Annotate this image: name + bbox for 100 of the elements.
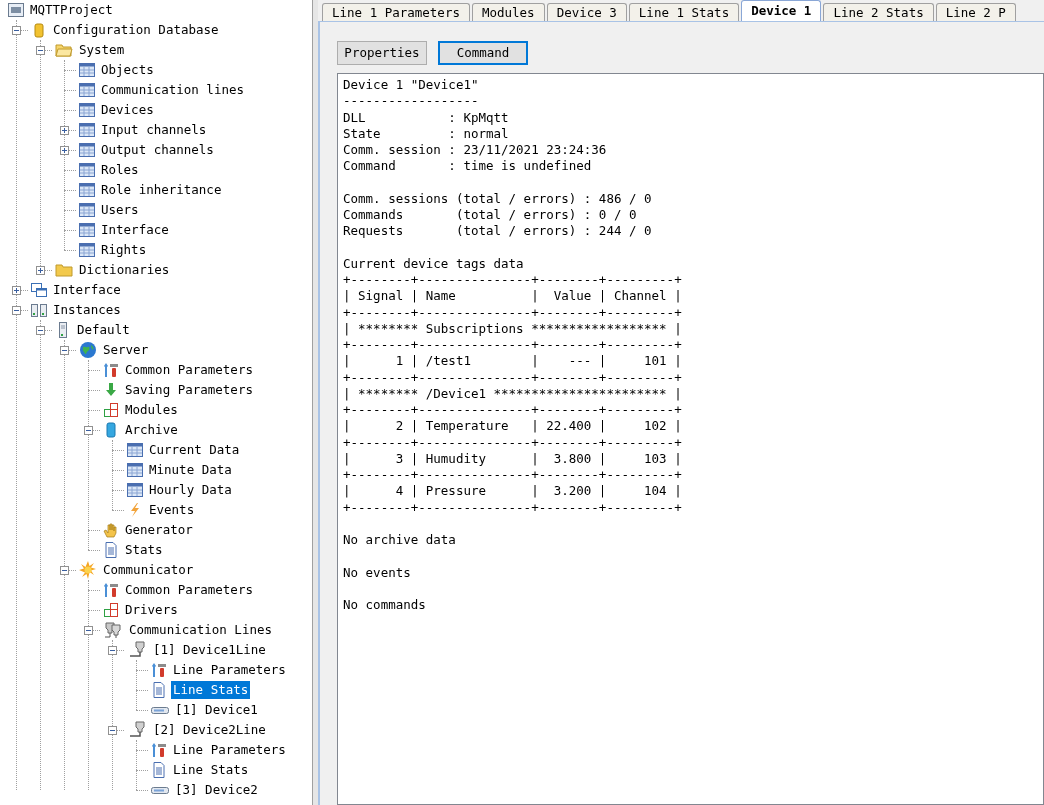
output-line: Commands (total / errors) : 0 / 0 xyxy=(343,207,637,224)
expand-icon[interactable] xyxy=(59,125,69,135)
document-icon xyxy=(151,762,167,778)
tab[interactable]: Line 2 P xyxy=(935,3,1016,21)
tree-item[interactable]: Stats xyxy=(123,541,165,559)
expand-icon[interactable] xyxy=(59,145,69,155)
folder-icon xyxy=(55,262,73,278)
table-icon xyxy=(79,162,95,178)
tree-item[interactable]: Modules xyxy=(123,401,180,419)
tree-item[interactable]: Events xyxy=(147,501,197,519)
tree-item[interactable]: Server xyxy=(101,341,151,359)
view-button[interactable]: Properties xyxy=(337,41,427,65)
output-line: +--------+---------------+--------+---------+ xyxy=(343,369,682,386)
tree-item[interactable]: Communicator xyxy=(101,561,196,579)
collapse-icon[interactable] xyxy=(35,45,45,55)
tree-item[interactable]: [3] Device2 xyxy=(173,781,260,799)
tree-item[interactable]: Line Stats xyxy=(171,761,251,779)
tree-item[interactable]: Output channels xyxy=(99,141,216,159)
table-icon xyxy=(79,82,95,98)
collapse-icon[interactable] xyxy=(59,345,69,355)
tree-item[interactable]: Line Parameters xyxy=(171,661,288,679)
output-line: | 4 | Pressure | 3.200 | 104 | xyxy=(343,483,682,500)
tree-item[interactable]: Objects xyxy=(99,61,156,79)
output-line: No events xyxy=(343,564,411,581)
cylinder-icon xyxy=(103,422,119,438)
tree-item[interactable]: Line Stats xyxy=(171,681,251,699)
collapse-icon[interactable] xyxy=(83,425,93,435)
tree-item[interactable]: Users xyxy=(99,201,141,219)
tree-item[interactable]: Roles xyxy=(99,161,141,179)
windows-icon xyxy=(31,282,47,298)
tab[interactable]: Modules xyxy=(471,3,545,21)
collapse-icon[interactable] xyxy=(107,725,117,735)
tree-item[interactable]: Minute Data xyxy=(147,461,234,479)
collapse-icon[interactable] xyxy=(11,25,21,35)
tree-item[interactable]: Rights xyxy=(99,241,149,259)
output-line: | 2 | Temperature | 22.400 | 102 | xyxy=(343,418,682,435)
tree-item[interactable]: Hourly Data xyxy=(147,481,234,499)
modules-icon xyxy=(103,402,119,418)
tree-item[interactable]: Interface xyxy=(51,281,123,299)
tree-item[interactable]: Instances xyxy=(51,301,123,319)
tab[interactable]: Line 2 Stats xyxy=(823,3,934,21)
tree-item[interactable]: [1] Device1Line xyxy=(151,641,268,659)
tree-item[interactable]: Generator xyxy=(123,521,195,539)
output-line: No archive data xyxy=(343,532,456,549)
output-line: | ******** Subscriptions ****************** | xyxy=(343,320,682,337)
tree-item[interactable]: Drivers xyxy=(123,601,180,619)
tree-item[interactable]: Configuration Database xyxy=(51,21,221,39)
document-icon xyxy=(103,542,119,558)
tree-item[interactable]: Common Parameters xyxy=(123,361,255,379)
collapse-icon[interactable] xyxy=(107,645,117,655)
tree-item[interactable]: Input channels xyxy=(99,121,209,139)
collapse-icon[interactable] xyxy=(11,305,21,315)
tab[interactable]: Device 3 xyxy=(546,3,627,21)
tab[interactable]: Device 1 xyxy=(741,0,822,21)
tree-item[interactable]: Interface xyxy=(99,221,171,239)
folder-icon xyxy=(55,42,73,58)
expand-icon[interactable] xyxy=(35,265,45,275)
output-line: DLL : KpMqtt xyxy=(343,109,509,126)
down-arrow-icon xyxy=(103,382,119,398)
tools-icon xyxy=(103,362,119,378)
output-text-area[interactable] xyxy=(337,73,1044,805)
tree-item[interactable]: Saving Parameters xyxy=(123,381,255,399)
tree-item[interactable]: Role inheritance xyxy=(99,181,224,199)
collapse-icon[interactable] xyxy=(59,565,69,575)
tree-item[interactable]: Line Parameters xyxy=(171,741,288,759)
tree-item[interactable]: Devices xyxy=(99,101,156,119)
output-line: +--------+---------------+--------+---------+ xyxy=(343,272,682,289)
view-button[interactable]: Command xyxy=(438,41,528,65)
tree-item[interactable]: Communication Lines xyxy=(127,621,274,639)
server-rack-icon xyxy=(31,302,47,318)
output-line: +--------+---------------+--------+---------+ xyxy=(343,467,682,484)
table-icon xyxy=(79,242,95,258)
tab[interactable]: Line 1 Stats xyxy=(628,3,740,21)
tree-item[interactable]: Common Parameters xyxy=(123,581,255,599)
table-icon xyxy=(79,122,95,138)
collapse-icon[interactable] xyxy=(35,325,45,335)
tree-item[interactable]: System xyxy=(77,41,127,59)
tree-item[interactable]: [1] Device1 xyxy=(173,701,260,719)
tab[interactable]: Line 1 Parameters xyxy=(322,3,470,21)
database-icon xyxy=(31,22,47,38)
output-line: Command : time is undefined xyxy=(343,158,592,175)
output-line: Requests (total / errors) : 244 / 0 xyxy=(343,223,652,240)
tree-item[interactable]: [2] Device2Line xyxy=(151,721,268,739)
output-line: | 1 | /test1 | --- | 101 | xyxy=(343,353,682,370)
output-line: No commands xyxy=(343,597,426,614)
sun-icon xyxy=(79,561,97,579)
table-icon xyxy=(127,482,143,498)
hand-icon xyxy=(103,522,119,538)
table-icon xyxy=(79,62,95,78)
tree-item[interactable]: Default xyxy=(75,321,132,339)
tree-item[interactable]: Current Data xyxy=(147,441,242,459)
tree-item[interactable]: MQTTProject xyxy=(28,1,115,19)
output-line: +--------+---------------+--------+---------+ xyxy=(343,434,682,451)
tree-item[interactable]: Archive xyxy=(123,421,180,439)
collapse-icon[interactable] xyxy=(83,625,93,635)
output-line: +--------+---------------+--------+---------+ xyxy=(343,402,682,419)
expand-icon[interactable] xyxy=(11,285,21,295)
tree-item[interactable]: Communication lines xyxy=(99,81,246,99)
tools-icon xyxy=(151,742,167,758)
tree-item[interactable]: Dictionaries xyxy=(77,261,172,279)
